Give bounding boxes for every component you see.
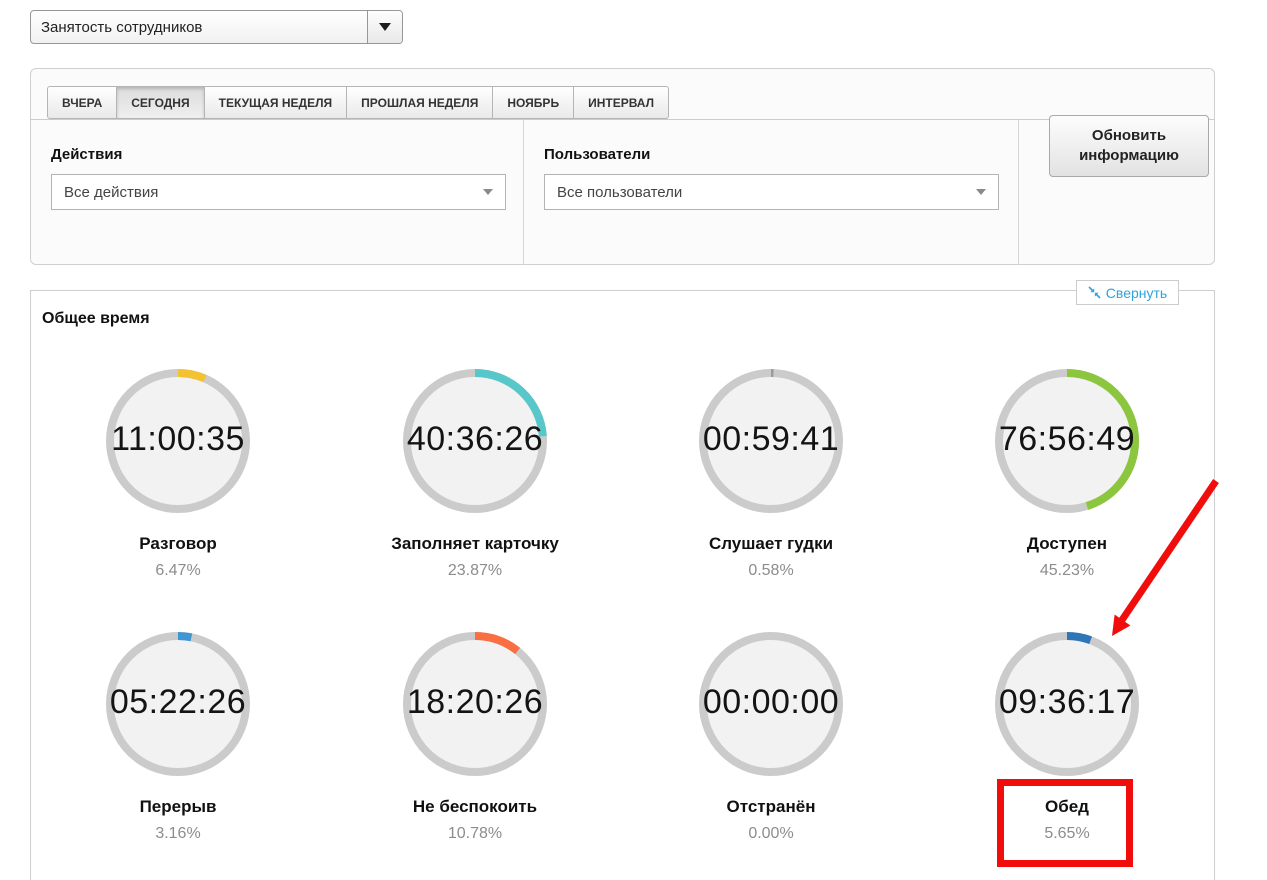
gauge-percent: 45.23% xyxy=(919,562,1215,580)
gauge-percent: 23.87% xyxy=(327,562,623,580)
gauge-percent: 0.58% xyxy=(623,562,919,580)
tab-current-week[interactable]: ТЕКУЩАЯ НЕДЕЛЯ xyxy=(205,86,348,119)
users-label: Пользователи xyxy=(544,146,1018,163)
gauge-dnd: 18:20:26 Не беспокоить 10.78% xyxy=(327,628,623,843)
chevron-down-icon xyxy=(976,189,986,195)
users-select-value: Все пользователи xyxy=(557,184,682,201)
gauge-label: Обед xyxy=(919,797,1215,817)
gauge-percent: 6.47% xyxy=(30,562,326,580)
users-filter-cell: Пользователи Все пользователи xyxy=(524,120,1019,265)
gauge-percent: 3.16% xyxy=(30,825,326,843)
chevron-down-icon xyxy=(379,23,391,31)
gauge-ring: 18:20:26 xyxy=(399,628,551,780)
gauge-lunch: 09:36:17 Обед 5.65% xyxy=(919,628,1215,843)
collapse-icon xyxy=(1088,286,1101,299)
gauge-label: Отстранён xyxy=(623,797,919,817)
gauge-time: 00:59:41 xyxy=(695,420,847,459)
report-type-dropdown[interactable]: Занятость сотрудников xyxy=(30,10,403,44)
gauge-label: Слушает гудки xyxy=(623,534,919,554)
gauge-time: 09:36:17 xyxy=(991,683,1143,722)
users-select[interactable]: Все пользователи xyxy=(544,174,999,210)
gauge-time: 76:56:49 xyxy=(991,420,1143,459)
gauge-ring: 40:36:26 xyxy=(399,365,551,517)
gauge-percent: 0.00% xyxy=(623,825,919,843)
gauge-label: Не беспокоить xyxy=(327,797,623,817)
gauge-ring: 09:36:17 xyxy=(991,628,1143,780)
refresh-button[interactable]: Обновить информацию xyxy=(1049,115,1209,177)
gauge-ring: 76:56:49 xyxy=(991,365,1143,517)
gauge-ring: 00:00:00 xyxy=(695,628,847,780)
actions-select-value: Все действия xyxy=(64,184,158,201)
gauge-time: 00:00:00 xyxy=(695,683,847,722)
chevron-down-icon xyxy=(483,189,493,195)
collapse-label: Свернуть xyxy=(1106,285,1167,301)
gauge-time: 11:00:35 xyxy=(102,420,254,459)
panel-title: Общее время xyxy=(42,310,150,328)
tab-yesterday[interactable]: ВЧЕРА xyxy=(47,86,117,119)
gauge-label: Перерыв xyxy=(30,797,326,817)
gauge-suspended: 00:00:00 Отстранён 0.00% xyxy=(623,628,919,843)
gauge-ring: 11:00:35 xyxy=(102,365,254,517)
gauge-available: 76:56:49 Доступен 45.23% xyxy=(919,365,1215,580)
collapse-button[interactable]: Свернуть xyxy=(1076,280,1179,305)
tab-last-week[interactable]: ПРОШЛАЯ НЕДЕЛЯ xyxy=(347,86,493,119)
gauge-time: 05:22:26 xyxy=(102,683,254,722)
gauge-listens-ringing: 00:59:41 Слушает гудки 0.58% xyxy=(623,365,919,580)
gauge-label: Доступен xyxy=(919,534,1215,554)
dashboard: Занятость сотрудников ВЧЕРА СЕГОДНЯ ТЕКУ… xyxy=(0,0,1267,880)
gauge-label: Разговор xyxy=(30,534,326,554)
gauge-ring: 05:22:26 xyxy=(102,628,254,780)
tab-today[interactable]: СЕГОДНЯ xyxy=(117,86,204,119)
tab-november[interactable]: НОЯБРЬ xyxy=(493,86,574,119)
gauge-fills-card: 40:36:26 Заполняет карточку 23.87% xyxy=(327,365,623,580)
gauge-time: 40:36:26 xyxy=(399,420,551,459)
gauge-talk: 11:00:35 Разговор 6.47% xyxy=(30,365,326,580)
gauge-break: 05:22:26 Перерыв 3.16% xyxy=(30,628,326,843)
filter-panel: ВЧЕРА СЕГОДНЯ ТЕКУЩАЯ НЕДЕЛЯ ПРОШЛАЯ НЕД… xyxy=(30,68,1215,265)
gauge-percent: 10.78% xyxy=(327,825,623,843)
gauge-label: Заполняет карточку xyxy=(327,534,623,554)
dropdown-arrow-button[interactable] xyxy=(367,11,402,43)
refresh-cell: Обновить информацию xyxy=(1019,120,1214,265)
gauge-ring: 00:59:41 xyxy=(695,365,847,517)
actions-label: Действия xyxy=(51,146,523,163)
gauge-percent: 5.65% xyxy=(919,825,1215,843)
actions-select[interactable]: Все действия xyxy=(51,174,506,210)
tab-interval[interactable]: ИНТЕРВАЛ xyxy=(574,86,669,119)
gauge-time: 18:20:26 xyxy=(399,683,551,722)
actions-filter-cell: Действия Все действия xyxy=(31,120,524,265)
period-tabs: ВЧЕРА СЕГОДНЯ ТЕКУЩАЯ НЕДЕЛЯ ПРОШЛАЯ НЕД… xyxy=(31,69,1214,120)
report-type-value: Занятость сотрудников xyxy=(31,11,367,43)
